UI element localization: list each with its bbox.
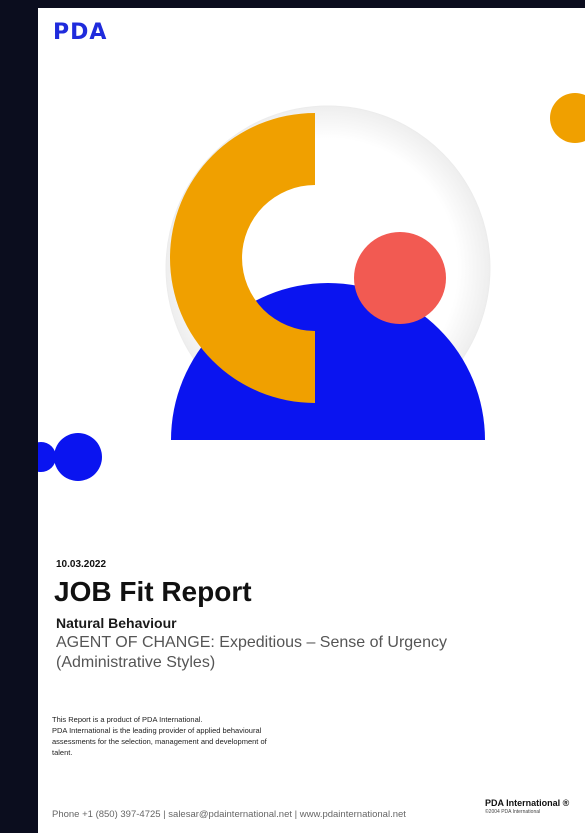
coral-circle bbox=[354, 232, 446, 324]
report-subtitle: Natural Behaviour bbox=[56, 615, 177, 631]
cover-illustration bbox=[38, 93, 585, 481]
blurb-line: This Report is a product of PDA Internat… bbox=[52, 715, 203, 724]
report-title: JOB Fit Report bbox=[54, 576, 252, 607]
blurb-line: PDA International is the leading provide… bbox=[52, 726, 262, 735]
behaviour-style-line2: (Administrative Styles) bbox=[56, 654, 216, 671]
blue-edge-dot-small bbox=[38, 442, 56, 472]
contact-info: Phone +1 (850) 397-4725 | salesar@pdaint… bbox=[52, 809, 406, 820]
blurb-line: talent. bbox=[52, 748, 73, 757]
report-blurb: This Report is a product of PDA Internat… bbox=[52, 714, 322, 758]
brand-name: PDA International ® bbox=[485, 798, 570, 808]
report-date: 10.03.2022 bbox=[56, 559, 107, 570]
report-cover-page: PDA 10.03.2022 JOB Fit Report Natural Be… bbox=[38, 8, 585, 833]
orange-edge-dot bbox=[550, 93, 585, 143]
blue-edge-dot bbox=[54, 433, 102, 481]
footer-brand: PDA International ® ©2004 PDA Internatio… bbox=[485, 798, 569, 815]
behaviour-style-line1: AGENT OF CHANGE: Expeditious – Sense of … bbox=[56, 634, 447, 651]
behaviour-style: AGENT OF CHANGE: Expeditious – Sense of … bbox=[56, 633, 536, 673]
blurb-line: assessments for the selection, managemen… bbox=[52, 737, 267, 746]
copyright-text: ©2004 PDA International bbox=[485, 809, 541, 815]
